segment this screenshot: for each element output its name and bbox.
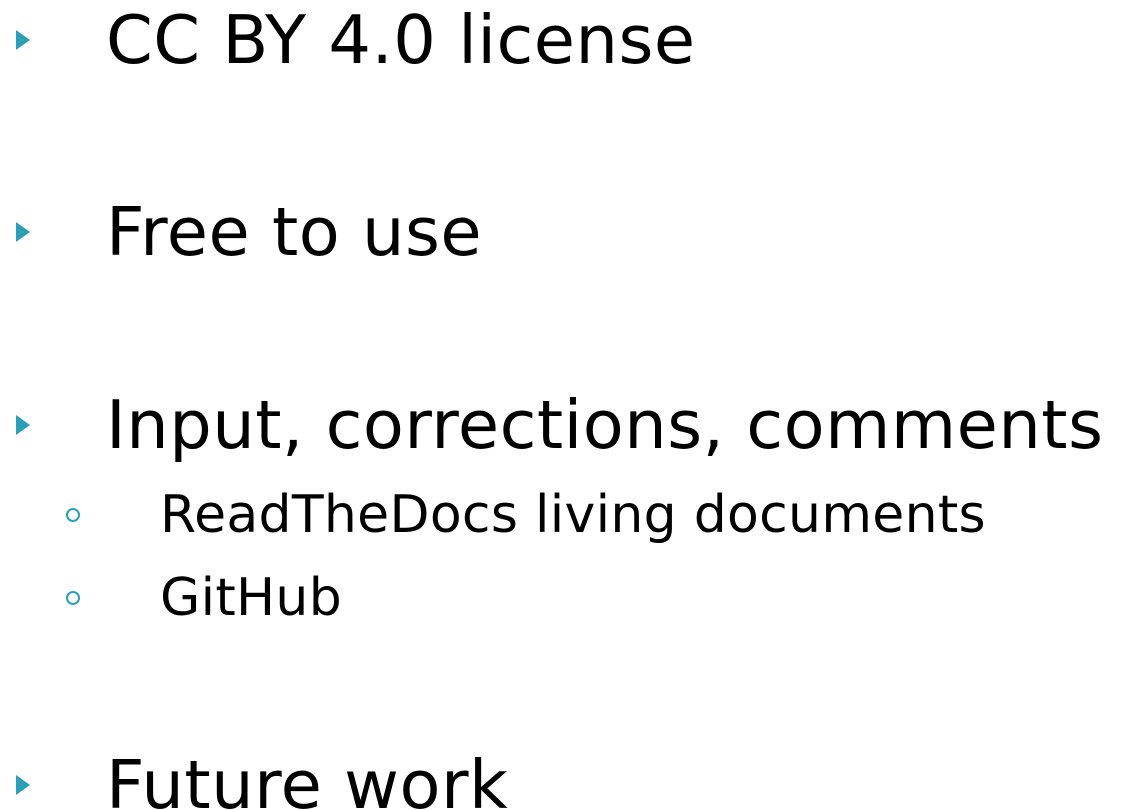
triangle-bullet-icon (16, 775, 30, 795)
triangle-bullet-icon (16, 415, 30, 435)
subbullet-text: ReadTheDocs living documents (160, 485, 986, 545)
triangle-bullet-icon (16, 222, 30, 242)
circle-bullet-icon (66, 591, 80, 605)
subbullet-text: GitHub (160, 568, 342, 628)
bullet-item-input: Input, corrections, comments (0, 385, 1134, 475)
bullet-item-future: Future work (0, 745, 1134, 810)
circle-bullet-icon (66, 508, 80, 522)
bullet-text: CC BY 4.0 license (106, 1, 696, 79)
bullet-item-free: Free to use (0, 192, 1134, 282)
bullet-item-license: CC BY 4.0 license (0, 0, 1134, 90)
triangle-bullet-icon (16, 30, 30, 50)
subbullet-item-github: GitHub (0, 566, 1134, 630)
bullet-text: Free to use (106, 193, 483, 271)
bullet-text: Future work (106, 746, 509, 810)
subbullet-item-readthedocs: ReadTheDocs living documents (0, 483, 1134, 547)
bullet-text: Input, corrections, comments (106, 386, 1104, 464)
